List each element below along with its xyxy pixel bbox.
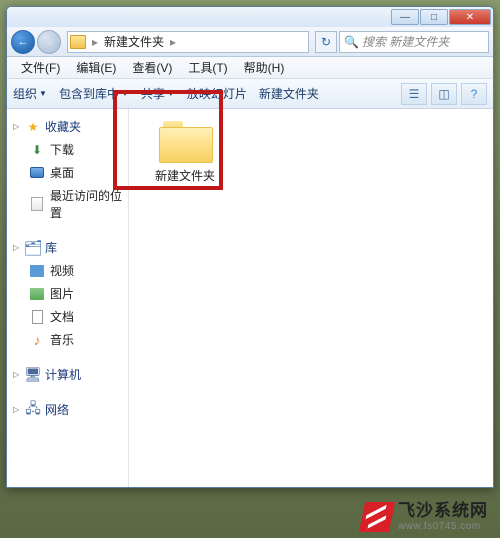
search-icon: 🔍: [344, 35, 359, 49]
maximize-button[interactable]: □: [420, 9, 448, 25]
menu-bar: 文件(F) 编辑(E) 查看(V) 工具(T) 帮助(H): [7, 57, 493, 79]
network-icon: 🖧: [25, 402, 41, 418]
menu-view[interactable]: 查看(V): [126, 57, 178, 78]
forward-button[interactable]: →: [37, 30, 61, 54]
refresh-icon: ↻: [321, 35, 331, 49]
view-icon: ☰: [409, 87, 420, 101]
path-segment[interactable]: 新建文件夹: [100, 33, 168, 50]
network-label: 网络: [45, 401, 69, 418]
minimize-button[interactable]: —: [391, 9, 419, 25]
collapse-icon: ▷: [13, 370, 21, 379]
collapse-icon: ▷: [13, 405, 21, 414]
desktop-icon: [29, 165, 45, 181]
menu-tools[interactable]: 工具(T): [182, 57, 233, 78]
sidebar-item-label: 桌面: [50, 164, 74, 181]
watermark-title: 飞沙系统网: [398, 502, 488, 521]
slideshow-button[interactable]: 放映幻灯片: [187, 85, 247, 102]
chevron-down-icon: ▼: [39, 89, 47, 98]
watermark-url: www.fs0745.com: [398, 521, 488, 532]
help-icon: ?: [471, 87, 478, 101]
chevron-down-icon: ▼: [121, 89, 129, 98]
libraries-label: 库: [45, 239, 57, 256]
sidebar-item-pictures[interactable]: 图片: [7, 282, 128, 305]
folder-item[interactable]: 新建文件夹: [143, 119, 227, 184]
search-input[interactable]: 🔍 搜索 新建文件夹: [339, 31, 489, 53]
libraries-header[interactable]: ▷ 🗂 库: [7, 236, 128, 259]
organize-label: 组织: [13, 85, 37, 102]
close-button[interactable]: ✕: [449, 9, 491, 25]
computer-label: 计算机: [45, 366, 81, 383]
favorites-header[interactable]: ▷ ★ 收藏夹: [7, 115, 128, 138]
sidebar-item-label: 下载: [50, 141, 74, 158]
network-header[interactable]: ▷ 🖧 网络: [7, 398, 128, 421]
chevron-down-icon: ▼: [167, 89, 175, 98]
nav-bar: ← → ▸ 新建文件夹 ▸ ↻ 🔍 搜索 新建文件夹: [7, 27, 493, 57]
path-separator-icon: ▸: [90, 35, 100, 49]
computer-icon: 🖥: [25, 367, 41, 383]
sidebar-item-recent[interactable]: 最近访问的位置: [7, 184, 128, 224]
libraries-group: ▷ 🗂 库 视频 图片 文档 ♪ 音乐: [7, 236, 128, 351]
sidebar-item-label: 文档: [50, 308, 74, 325]
library-icon: 🗂: [25, 240, 41, 256]
sidebar-item-documents[interactable]: 文档: [7, 305, 128, 328]
preview-pane-button[interactable]: ◫: [431, 83, 457, 105]
folder-icon: [159, 119, 211, 161]
network-group: ▷ 🖧 网络: [7, 398, 128, 421]
address-bar[interactable]: ▸ 新建文件夹 ▸: [67, 31, 309, 53]
navigation-pane: ▷ ★ 收藏夹 ⬇ 下载 桌面 最近访问的位置: [7, 109, 129, 487]
new-folder-button[interactable]: 新建文件夹: [259, 85, 319, 102]
menu-help[interactable]: 帮助(H): [238, 57, 291, 78]
sidebar-item-desktop[interactable]: 桌面: [7, 161, 128, 184]
star-icon: ★: [25, 119, 41, 135]
help-button[interactable]: ?: [461, 83, 487, 105]
view-options-button[interactable]: ☰: [401, 83, 427, 105]
video-icon: [29, 263, 45, 279]
title-bar: — □ ✕: [7, 7, 493, 27]
sidebar-item-label: 最近访问的位置: [50, 187, 122, 221]
folder-icon: [70, 35, 86, 49]
refresh-button[interactable]: ↻: [315, 31, 337, 53]
preview-pane-icon: ◫: [438, 87, 449, 101]
path-separator-icon: ▸: [168, 35, 178, 49]
favorites-label: 收藏夹: [45, 118, 81, 135]
search-placeholder: 搜索 新建文件夹: [362, 33, 449, 50]
include-label: 包含到库中: [59, 85, 119, 102]
collapse-icon: ▷: [13, 243, 21, 252]
sidebar-item-label: 音乐: [50, 331, 74, 348]
watermark-logo-icon: [359, 502, 395, 532]
sidebar-item-videos[interactable]: 视频: [7, 259, 128, 282]
share-button[interactable]: 共享 ▼: [141, 85, 175, 102]
sidebar-item-label: 视频: [50, 262, 74, 279]
command-bar: 组织 ▼ 包含到库中 ▼ 共享 ▼ 放映幻灯片 新建文件夹 ☰ ◫ ?: [7, 79, 493, 109]
organize-button[interactable]: 组织 ▼: [13, 85, 47, 102]
folder-label: 新建文件夹: [143, 167, 227, 184]
recent-icon: [29, 196, 45, 212]
document-icon: [29, 309, 45, 325]
body-area: ▷ ★ 收藏夹 ⬇ 下载 桌面 最近访问的位置: [7, 109, 493, 487]
back-button[interactable]: ←: [11, 30, 35, 54]
share-label: 共享: [141, 85, 165, 102]
include-in-library-button[interactable]: 包含到库中 ▼: [59, 85, 129, 102]
explorer-window: — □ ✕ ← → ▸ 新建文件夹 ▸ ↻ 🔍 搜索 新建文件夹 文件(F) 编…: [6, 6, 494, 488]
collapse-icon: ▷: [13, 122, 21, 131]
watermark: 飞沙系统网 www.fs0745.com: [362, 502, 488, 532]
sidebar-item-downloads[interactable]: ⬇ 下载: [7, 138, 128, 161]
favorites-group: ▷ ★ 收藏夹 ⬇ 下载 桌面 最近访问的位置: [7, 115, 128, 224]
download-icon: ⬇: [29, 142, 45, 158]
computer-group: ▷ 🖥 计算机: [7, 363, 128, 386]
menu-file[interactable]: 文件(F): [15, 57, 66, 78]
content-pane[interactable]: 新建文件夹: [129, 109, 493, 487]
sidebar-item-label: 图片: [50, 285, 74, 302]
computer-header[interactable]: ▷ 🖥 计算机: [7, 363, 128, 386]
menu-edit[interactable]: 编辑(E): [70, 57, 122, 78]
picture-icon: [29, 286, 45, 302]
music-icon: ♪: [29, 332, 45, 348]
sidebar-item-music[interactable]: ♪ 音乐: [7, 328, 128, 351]
